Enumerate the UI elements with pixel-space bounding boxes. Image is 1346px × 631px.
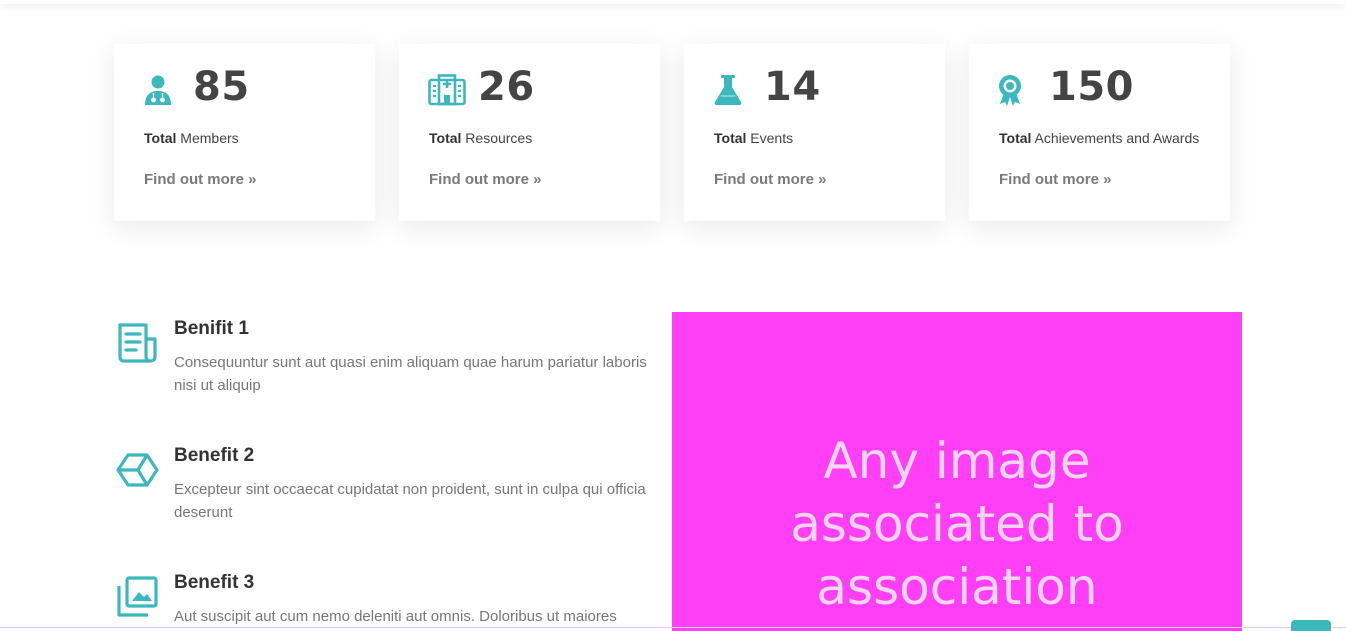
cube-icon [116, 448, 159, 491]
stat-label-text: Achievements and Awards [1031, 130, 1200, 146]
divider [0, 627, 1346, 628]
hospital-icon [428, 74, 466, 106]
stat-label-bold: Total [714, 130, 747, 146]
doctor-icon [143, 74, 173, 106]
benefit-description: Excepteur sint occaecat cupidatat non pr… [174, 481, 646, 521]
stat-count: 85 [193, 64, 250, 110]
stat-label-text: Events [746, 130, 794, 146]
stat-label-text: Resources [461, 130, 533, 146]
flask-icon [713, 74, 743, 106]
find-out-more-link[interactable]: Find out more » [429, 171, 542, 188]
stat-card-awards: 150 Total Achievements and Awards Find o… [969, 44, 1230, 221]
stat-label: Total Achievements and Awards [999, 130, 1199, 146]
page: 85 Total Members Find out more » 26 Tota… [0, 0, 1346, 631]
stat-card-resources: 26 Total Resources Find out more » [399, 44, 660, 221]
stat-count: 26 [478, 64, 535, 110]
benefit-title: Benefit 2 [174, 445, 255, 466]
association-image: Any image associated to association [672, 312, 1242, 631]
stat-card-events: 14 Total Events Find out more » [684, 44, 945, 221]
find-out-more-link[interactable]: Find out more » [144, 171, 257, 188]
benefit-description: Consequuntur sunt aut quasi enim aliquam… [174, 354, 647, 394]
images-icon [116, 575, 159, 618]
benefit-title: Benifit 1 [174, 318, 249, 339]
stat-count: 14 [764, 64, 821, 110]
benefit-title: Benefit 3 [174, 572, 255, 593]
stat-label: Total Events [714, 130, 793, 146]
stat-label-text: Members [176, 130, 239, 146]
stat-label-bold: Total [144, 130, 177, 146]
stat-card-members: 85 Total Members Find out more » [114, 44, 375, 221]
stat-label-bold: Total [429, 130, 462, 146]
award-icon [997, 74, 1023, 106]
find-out-more-link[interactable]: Find out more » [714, 171, 827, 188]
stat-count: 150 [1049, 64, 1134, 110]
stat-label-bold: Total [999, 130, 1032, 146]
find-out-more-link[interactable]: Find out more » [999, 171, 1112, 188]
stat-label: Total Members [144, 130, 239, 146]
back-to-top-button[interactable] [1291, 620, 1331, 631]
image-placeholder-text: Any image associated to association [790, 432, 1124, 616]
newspaper-icon [116, 321, 159, 364]
header-edge [0, 0, 1346, 4]
stat-label: Total Resources [429, 130, 532, 146]
